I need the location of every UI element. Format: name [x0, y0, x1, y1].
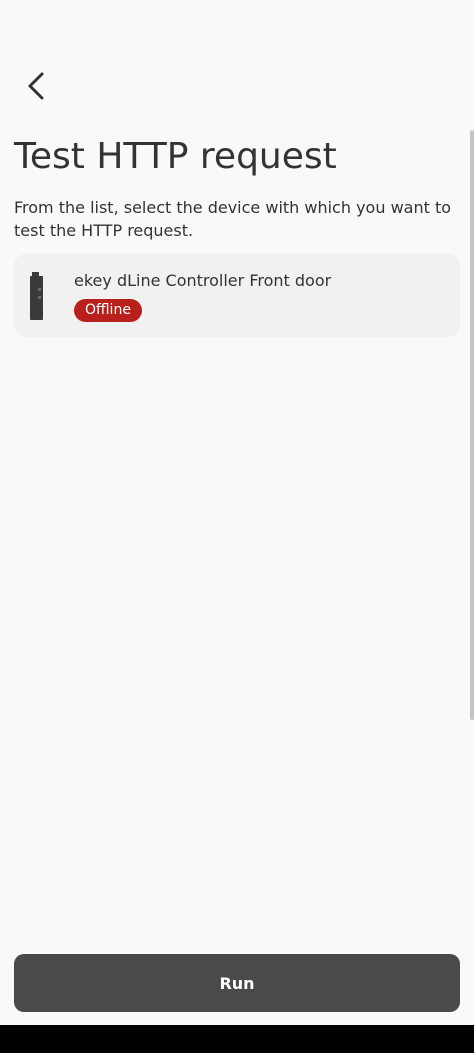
status-badge: Offline [74, 299, 142, 322]
controller-device-icon [30, 272, 43, 320]
page-description: From the list, select the device with wh… [14, 198, 452, 240]
system-navigation-bar [0, 1025, 474, 1053]
scrollbar[interactable] [470, 130, 474, 720]
device-list-item[interactable]: ekey dLine Controller Front door Offline [14, 254, 460, 337]
page-title: Test HTTP request [14, 136, 337, 177]
back-button[interactable] [16, 64, 56, 108]
device-name: ekey dLine Controller Front door [74, 271, 332, 290]
run-button[interactable]: Run [14, 954, 460, 1012]
chevron-left-icon [28, 72, 44, 100]
